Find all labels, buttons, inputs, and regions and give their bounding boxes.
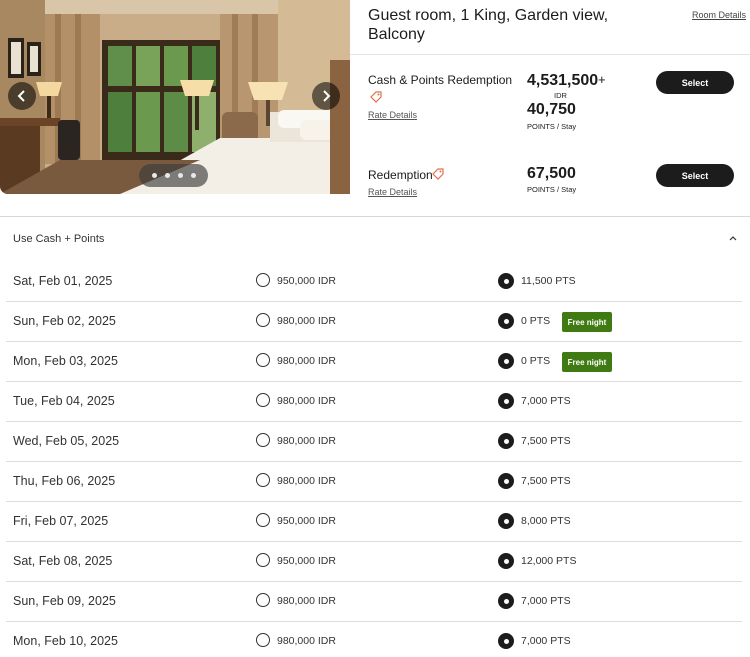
chevron-right-icon <box>323 90 331 102</box>
photo-pagination <box>139 164 208 187</box>
cash-price: 980,000 IDR <box>277 355 336 367</box>
pagination-dot[interactable] <box>164 173 170 178</box>
photo-next-button[interactable] <box>312 82 340 110</box>
cash-radio[interactable] <box>256 273 270 287</box>
photo-prev-button[interactable] <box>8 82 36 110</box>
free-night-badge: Free night <box>562 352 612 372</box>
cash-points-list: Sat, Feb 01, 2025 950,000 IDR 11,500 PTS… <box>0 262 750 657</box>
points-radio[interactable] <box>498 313 514 329</box>
cash-radio[interactable] <box>256 553 270 567</box>
night-date: Fri, Feb 07, 2025 <box>13 514 109 528</box>
points-radio[interactable] <box>498 353 514 369</box>
cash-radio[interactable] <box>256 473 270 487</box>
select-button-redemption[interactable]: Select <box>656 164 734 187</box>
night-date: Wed, Feb 05, 2025 <box>13 434 120 448</box>
cash-price: 980,000 IDR <box>277 475 336 487</box>
night-row: Mon, Feb 10, 2025 980,000 IDR 7,000 PTS <box>0 622 750 657</box>
cash-radio[interactable] <box>256 393 270 407</box>
pagination-dot[interactable] <box>190 173 196 178</box>
night-date: Sat, Feb 08, 2025 <box>13 554 113 568</box>
cash-radio[interactable] <box>256 313 270 327</box>
points-per-stay-label: POINTS / Stay <box>527 122 577 131</box>
points-price: 11,500 PTS <box>521 275 576 287</box>
cash-radio[interactable] <box>256 433 270 447</box>
currency-label: IDR <box>554 91 567 100</box>
tag-icon <box>432 168 444 180</box>
cash-price: 980,000 IDR <box>277 395 336 407</box>
night-row: Sat, Feb 08, 2025 950,000 IDR 12,000 PTS <box>0 542 750 582</box>
divider <box>350 54 750 55</box>
points-radio[interactable] <box>498 513 514 529</box>
night-row: Mon, Feb 03, 2025 980,000 IDR 0 PTS Free… <box>0 342 750 382</box>
night-date: Mon, Feb 10, 2025 <box>13 634 118 648</box>
points-radio[interactable] <box>498 433 514 449</box>
rate-name-redemption: Redemption <box>368 168 433 182</box>
cash-radio[interactable] <box>256 513 270 527</box>
points-radio[interactable] <box>498 593 514 609</box>
points-radio[interactable] <box>498 473 514 489</box>
points-price: 7,000 PTS <box>521 395 571 407</box>
night-row: Wed, Feb 05, 2025 980,000 IDR 7,500 PTS <box>0 422 750 462</box>
cash-radio[interactable] <box>256 593 270 607</box>
points-amount: 40,750 <box>527 101 576 118</box>
night-date: Sat, Feb 01, 2025 <box>13 274 113 288</box>
points-price: 12,000 PTS <box>521 555 577 567</box>
cash-price: 980,000 IDR <box>277 595 336 607</box>
night-row: Tue, Feb 04, 2025 980,000 IDR 7,000 PTS <box>0 382 750 422</box>
points-price: 0 PTS <box>521 355 551 367</box>
points-radio[interactable] <box>498 633 514 649</box>
points-amount: 67,500 <box>527 165 576 182</box>
rate-name-cash-points: Cash & Points Redemption <box>368 73 513 87</box>
pagination-dot[interactable] <box>177 173 183 178</box>
cash-price: 980,000 IDR <box>277 315 336 327</box>
night-date: Tue, Feb 04, 2025 <box>13 394 115 408</box>
cash-price: 950,000 IDR <box>277 275 336 287</box>
cash-price: 950,000 IDR <box>277 555 336 567</box>
cash-radio[interactable] <box>256 353 270 367</box>
rate-details-link[interactable]: Rate Details <box>368 187 417 197</box>
night-date: Mon, Feb 03, 2025 <box>13 354 118 368</box>
points-radio[interactable] <box>498 273 514 289</box>
points-radio[interactable] <box>498 553 514 569</box>
night-date: Sun, Feb 09, 2025 <box>13 594 116 608</box>
cash-radio[interactable] <box>256 633 270 647</box>
room-photo <box>0 0 350 194</box>
room-title: Guest room, 1 King, Garden view, Balcony <box>368 7 609 43</box>
cash-price: 950,000 IDR <box>277 515 336 527</box>
plus-sign: + <box>598 72 606 87</box>
cash-amount: 4,531,500 <box>527 72 599 89</box>
cash-price: 980,000 IDR <box>277 635 336 647</box>
pagination-dot[interactable] <box>151 173 157 178</box>
night-date: Thu, Feb 06, 2025 <box>13 474 116 488</box>
night-row: Sun, Feb 02, 2025 980,000 IDR 0 PTS Free… <box>0 302 750 342</box>
night-date: Sun, Feb 02, 2025 <box>13 314 116 328</box>
free-night-badge: Free night <box>562 312 612 332</box>
points-per-stay-label: POINTS / Stay <box>527 185 577 194</box>
cash-price: 980,000 IDR <box>277 435 336 447</box>
night-row: Sun, Feb 09, 2025 980,000 IDR 7,000 PTS <box>0 582 750 622</box>
points-price: 7,500 PTS <box>521 435 571 447</box>
rate-details-link[interactable]: Rate Details <box>368 110 417 120</box>
room-details-link[interactable]: Room Details <box>692 10 746 20</box>
night-row: Sat, Feb 01, 2025 950,000 IDR 11,500 PTS <box>0 262 750 302</box>
points-price: 7,000 PTS <box>521 595 571 607</box>
section-divider <box>0 216 750 217</box>
select-button-cash-points[interactable]: Select <box>656 71 734 94</box>
points-price: 0 PTS <box>521 315 551 327</box>
chevron-up-icon[interactable] <box>728 234 738 242</box>
points-price: 7,500 PTS <box>521 475 571 487</box>
cash-points-section-title: Use Cash + Points <box>13 233 105 245</box>
tag-icon <box>370 91 382 103</box>
night-row: Thu, Feb 06, 2025 980,000 IDR 7,500 PTS <box>0 462 750 502</box>
chevron-left-icon <box>17 90 25 102</box>
night-row: Fri, Feb 07, 2025 950,000 IDR 8,000 PTS <box>0 502 750 542</box>
points-radio[interactable] <box>498 393 514 409</box>
points-price: 7,000 PTS <box>521 635 571 647</box>
points-price: 8,000 PTS <box>521 515 571 527</box>
